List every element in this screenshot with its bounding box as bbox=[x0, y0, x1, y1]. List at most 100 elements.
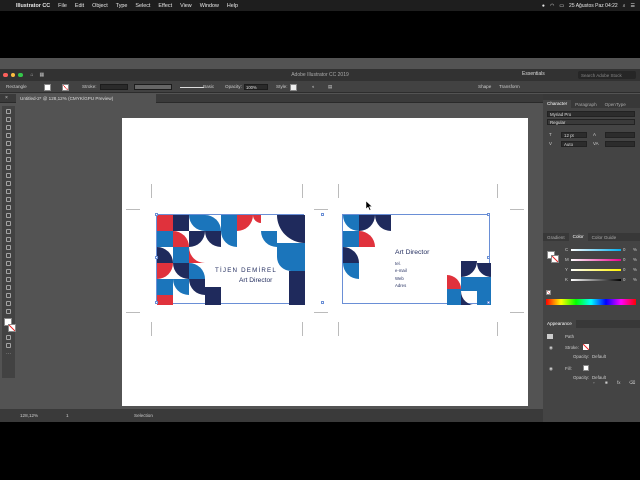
variable-width-field[interactable] bbox=[134, 84, 172, 90]
stroke-color-box[interactable] bbox=[8, 324, 16, 332]
direct-selection-tool-icon[interactable] bbox=[6, 117, 11, 122]
paintbrush-tool-icon[interactable] bbox=[6, 173, 11, 178]
tab-gradient[interactable]: Gradient bbox=[543, 235, 569, 240]
tab-paragraph[interactable]: Paragraph bbox=[571, 102, 600, 107]
channel-c-value[interactable]: 0 bbox=[623, 247, 625, 252]
tab-character[interactable]: Character bbox=[543, 100, 572, 108]
stock-search-input[interactable]: Search Adobe Stock bbox=[578, 71, 636, 79]
record-icon[interactable]: ● bbox=[542, 3, 545, 9]
selection-handle[interactable] bbox=[321, 301, 324, 304]
home-icon[interactable]: ⌂ bbox=[31, 72, 34, 78]
fill-swatch[interactable] bbox=[44, 84, 51, 91]
tab-color-guide[interactable]: Color Guide bbox=[588, 235, 621, 240]
selection-handle[interactable] bbox=[155, 213, 158, 216]
tab-color[interactable]: Color bbox=[568, 233, 588, 241]
zoom-level[interactable]: 128,12% bbox=[20, 413, 38, 418]
curvature-tool-icon[interactable] bbox=[6, 141, 11, 146]
brush-label[interactable]: Basic bbox=[203, 84, 214, 89]
font-style-select[interactable]: Regular bbox=[547, 119, 635, 125]
tab-opentype[interactable]: OpenType bbox=[601, 102, 630, 107]
pen-tool-icon[interactable] bbox=[6, 133, 11, 138]
mesh-tool-icon[interactable] bbox=[6, 245, 11, 250]
menu-file[interactable]: File bbox=[54, 3, 71, 9]
tracking-field[interactable] bbox=[605, 141, 635, 147]
appearance-stroke-swatch[interactable] bbox=[583, 344, 589, 350]
clock-text[interactable]: 25 Ağustos Paz 04:22 bbox=[569, 3, 618, 9]
kerning-field[interactable]: Auto bbox=[561, 141, 587, 147]
business-card-back[interactable]: Art Director tel. e-mail Web Adres bbox=[342, 214, 491, 305]
stroke-weight-field[interactable] bbox=[100, 84, 128, 90]
width-tool-icon[interactable] bbox=[6, 213, 11, 218]
stroke-visibility-eye-icon[interactable]: ◉ bbox=[549, 345, 553, 351]
menu-list-icon[interactable]: ☰ bbox=[631, 3, 635, 9]
shape-label[interactable]: Shape bbox=[478, 84, 491, 89]
search-icon[interactable]: ⌕ bbox=[623, 3, 626, 9]
channel-y-slider[interactable] bbox=[571, 269, 621, 271]
add-new-fill-icon[interactable]: ■ bbox=[605, 380, 608, 385]
arrange-documents-icon[interactable]: ▦ bbox=[40, 72, 45, 78]
menu-select[interactable]: Select bbox=[131, 3, 154, 9]
gradient-tool-icon[interactable] bbox=[6, 253, 11, 258]
column-graph-tool-icon[interactable] bbox=[6, 285, 11, 290]
selection-handle[interactable] bbox=[487, 301, 490, 304]
close-window-button[interactable] bbox=[3, 72, 8, 78]
rotate-tool-icon[interactable] bbox=[6, 197, 11, 202]
opacity-field[interactable]: 100% bbox=[244, 84, 268, 90]
pencil-tool-icon[interactable] bbox=[6, 181, 11, 186]
color-spectrum-ramp[interactable] bbox=[546, 299, 636, 305]
delete-item-icon[interactable]: ⌫ bbox=[629, 380, 635, 386]
selection-handle[interactable] bbox=[487, 213, 490, 216]
appearance-title[interactable]: Appearance bbox=[543, 320, 576, 328]
perspective-grid-tool-icon[interactable] bbox=[6, 237, 11, 242]
eyedropper-tool-icon[interactable] bbox=[6, 261, 11, 266]
minimize-window-button[interactable] bbox=[10, 72, 15, 78]
selection-handle[interactable] bbox=[155, 256, 158, 259]
workspace-switcher[interactable]: Essentials bbox=[522, 71, 545, 77]
selection-handle[interactable] bbox=[321, 213, 324, 216]
leading-field[interactable] bbox=[605, 132, 635, 138]
symbol-sprayer-tool-icon[interactable] bbox=[6, 277, 11, 282]
line-tool-icon[interactable] bbox=[6, 157, 11, 162]
graphic-style-swatch[interactable] bbox=[290, 84, 297, 91]
appearance-fill-swatch[interactable] bbox=[583, 365, 589, 371]
eraser-tool-icon[interactable] bbox=[6, 189, 11, 194]
selection-handle[interactable] bbox=[487, 256, 490, 259]
font-size-field[interactable]: 12 pt bbox=[561, 132, 587, 138]
rectangle-tool-icon[interactable] bbox=[6, 165, 11, 170]
font-family-select[interactable]: Myriad Pro bbox=[547, 111, 635, 117]
menu-view[interactable]: View bbox=[176, 3, 196, 9]
shape-builder-tool-icon[interactable] bbox=[6, 229, 11, 234]
menu-type[interactable]: Type bbox=[112, 3, 132, 9]
menu-edit[interactable]: Edit bbox=[71, 3, 88, 9]
free-transform-tool-icon[interactable] bbox=[6, 221, 11, 226]
drawing-mode-icon[interactable] bbox=[6, 335, 11, 340]
channel-m-value[interactable]: 0 bbox=[623, 257, 625, 262]
scale-tool-icon[interactable] bbox=[6, 205, 11, 210]
color-panel-stroke-box[interactable] bbox=[551, 255, 559, 263]
channel-k-value[interactable]: 0 bbox=[623, 277, 625, 282]
magic-wand-tool-icon[interactable] bbox=[6, 125, 11, 130]
screen-mode-icon[interactable] bbox=[6, 343, 11, 348]
artboard-number[interactable]: 1 bbox=[66, 413, 69, 418]
document-tab[interactable]: Untitled-2* @ 128,12% (CMYK/GPU Preview) bbox=[16, 94, 156, 103]
appearance-opacity-value[interactable]: Default bbox=[592, 354, 606, 359]
recolor-icon[interactable]: ◐ bbox=[312, 84, 315, 89]
none-swatch[interactable] bbox=[546, 290, 551, 295]
business-card-front[interactable]: TİJEN DEMİREL Art Director bbox=[156, 214, 305, 305]
selection-handle[interactable] bbox=[155, 301, 158, 304]
channel-y-value[interactable]: 0 bbox=[623, 267, 625, 272]
close-tab-icon[interactable]: × bbox=[5, 95, 8, 101]
selection-tool-icon[interactable] bbox=[6, 109, 11, 114]
fill-visibility-eye-icon[interactable]: ◉ bbox=[549, 366, 553, 372]
channel-m-slider[interactable] bbox=[571, 259, 621, 261]
hand-tool-icon[interactable] bbox=[6, 301, 11, 306]
zoom-tool-icon[interactable] bbox=[6, 309, 11, 314]
menu-app-name[interactable]: Illustrator CC bbox=[12, 3, 54, 9]
channel-k-slider[interactable] bbox=[571, 279, 621, 281]
channel-c-slider[interactable] bbox=[571, 249, 621, 251]
menu-object[interactable]: Object bbox=[88, 3, 112, 9]
add-new-stroke-icon[interactable]: ▫ bbox=[593, 380, 595, 385]
stroke-swatch[interactable] bbox=[62, 84, 69, 91]
add-effect-icon[interactable]: fx bbox=[617, 380, 620, 385]
menu-effect[interactable]: Effect bbox=[154, 3, 176, 9]
